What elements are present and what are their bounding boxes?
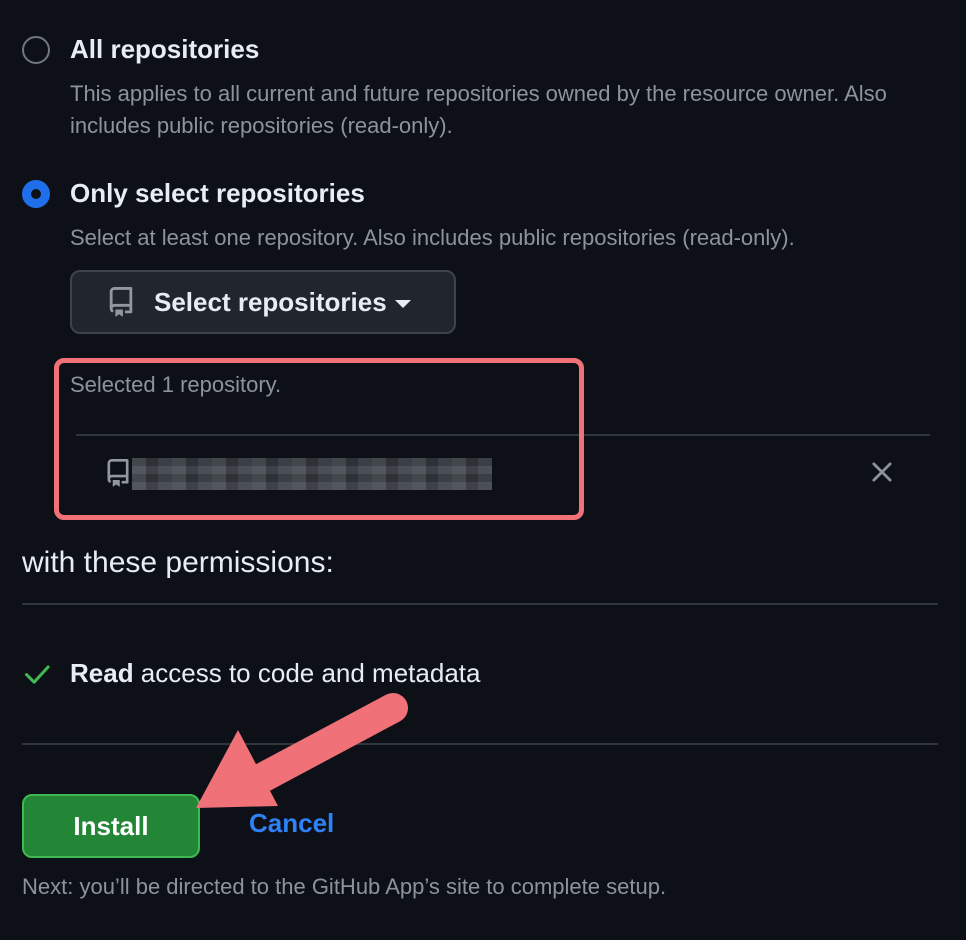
permissions-heading: with these permissions:	[22, 546, 334, 579]
select-repositories-label: Select repositories	[154, 286, 387, 317]
next-step-note: Next: you’ll be directed to the GitHub A…	[22, 874, 667, 899]
option-all-repositories-title: All repositories	[70, 34, 260, 64]
redacted-repository-name	[132, 458, 492, 490]
select-repositories-button[interactable]: Select repositories	[70, 270, 456, 334]
repo-icon	[109, 287, 133, 317]
option-only-select-description: Select at least one repository. Also inc…	[70, 225, 795, 250]
permission-level: Read	[70, 658, 134, 688]
install-button[interactable]: Install	[22, 794, 200, 858]
caret-down-icon	[394, 299, 411, 308]
divider	[76, 434, 930, 436]
option-all-repositories-description: This applies to all current and future r…	[70, 81, 887, 138]
check-icon	[24, 665, 50, 684]
divider	[22, 743, 938, 745]
remove-repository-close-icon[interactable]	[868, 458, 896, 486]
divider	[22, 603, 938, 605]
install-permissions-page: All repositories This applies to all cur…	[0, 0, 966, 940]
cancel-link[interactable]: Cancel	[249, 808, 334, 839]
radio-only-select-repositories[interactable]	[22, 180, 50, 208]
selected-count: Selected 1 repository.	[70, 372, 282, 397]
permission-read-code-metadata: Read access to code and metadata	[70, 658, 480, 689]
repo-icon	[107, 459, 129, 487]
radio-all-repositories[interactable]	[22, 36, 50, 64]
permission-scope: access to code and metadata	[133, 658, 481, 688]
option-only-select-title: Only select repositories	[70, 178, 365, 208]
